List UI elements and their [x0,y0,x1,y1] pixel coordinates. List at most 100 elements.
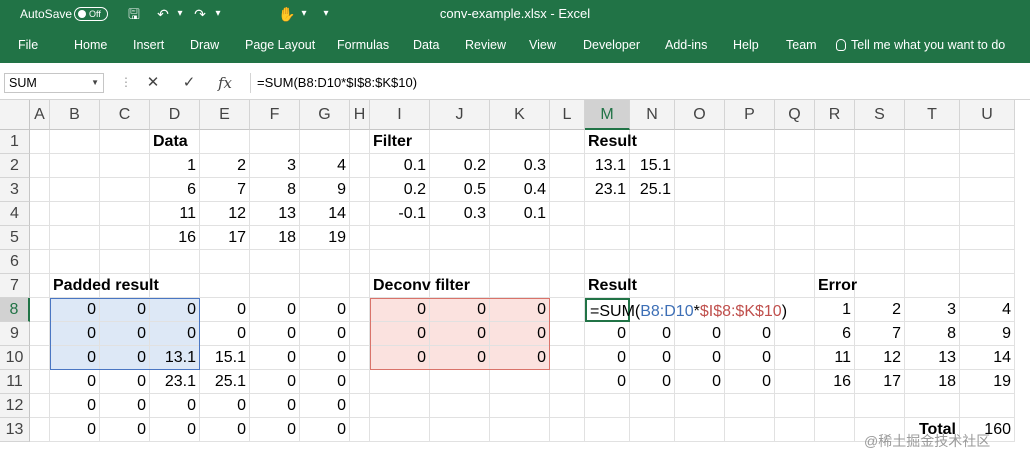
tab-insert[interactable]: Insert [133,28,164,63]
tab-data[interactable]: Data [413,28,439,63]
column-header-u[interactable]: U [960,100,1015,130]
cell-q6[interactable] [775,250,815,274]
cell-q3[interactable] [775,178,815,202]
cell-c2[interactable] [100,154,150,178]
cell-p3[interactable] [725,178,775,202]
cell-b4[interactable] [50,202,100,226]
cell-e5[interactable]: 17 [200,226,250,250]
cell-i11[interactable] [370,370,430,394]
tab-team[interactable]: Team [786,28,817,63]
cell-r12[interactable] [815,394,855,418]
cell-t1[interactable] [905,130,960,154]
cell-l11[interactable] [550,370,585,394]
cancel-entry-button[interactable]: ✕ [142,73,164,93]
cell-f4[interactable]: 13 [250,202,300,226]
cell-n12[interactable] [630,394,675,418]
cell-c9[interactable]: 0 [100,322,150,346]
cell-g4[interactable]: 14 [300,202,350,226]
row-header-3[interactable]: 3 [0,178,30,202]
cell-k11[interactable] [490,370,550,394]
cell-r10[interactable]: 11 [815,346,855,370]
cell-b2[interactable] [50,154,100,178]
cell-m1[interactable]: Result [585,130,637,154]
cell-n11[interactable]: 0 [630,370,675,394]
cell-c12[interactable]: 0 [100,394,150,418]
cell-h11[interactable] [350,370,370,394]
cell-r5[interactable] [815,226,855,250]
cell-f3[interactable]: 8 [250,178,300,202]
cell-d6[interactable] [150,250,200,274]
cell-m9[interactable]: 0 [585,322,630,346]
cell-i13[interactable] [370,418,430,442]
cell-f8[interactable]: 0 [250,298,300,322]
cell-h2[interactable] [350,154,370,178]
cell-c5[interactable] [100,226,150,250]
cell-b6[interactable] [50,250,100,274]
cell-f1[interactable] [250,130,300,154]
cell-c13[interactable]: 0 [100,418,150,442]
cell-p7[interactable] [725,274,775,298]
cell-l2[interactable] [550,154,585,178]
cell-d10[interactable]: 13.1 [150,346,200,370]
cell-u5[interactable] [960,226,1015,250]
cell-i10[interactable]: 0 [370,346,430,370]
column-header-h[interactable]: H [350,100,370,130]
cell-j10[interactable]: 0 [430,346,490,370]
cell-m2[interactable]: 13.1 [585,154,630,178]
cell-u12[interactable] [960,394,1015,418]
cell-m12[interactable] [585,394,630,418]
cell-s9[interactable]: 7 [855,322,905,346]
cell-a10[interactable] [30,346,50,370]
column-header-g[interactable]: G [300,100,350,130]
cell-e1[interactable] [200,130,250,154]
cell-e11[interactable]: 25.1 [200,370,250,394]
cell-p9[interactable]: 0 [725,322,775,346]
name-box-dropdown-icon[interactable]: ▼ [91,74,99,92]
cell-s12[interactable] [855,394,905,418]
cell-a6[interactable] [30,250,50,274]
cell-t11[interactable]: 18 [905,370,960,394]
cell-b9[interactable]: 0 [50,322,100,346]
cell-d1[interactable]: Data [150,130,200,154]
cell-u9[interactable]: 9 [960,322,1015,346]
cell-j13[interactable] [430,418,490,442]
column-header-b[interactable]: B [50,100,100,130]
tab-developer[interactable]: Developer [583,28,640,63]
cell-c10[interactable]: 0 [100,346,150,370]
cell-f2[interactable]: 3 [250,154,300,178]
column-header-s[interactable]: S [855,100,905,130]
cell-l12[interactable] [550,394,585,418]
cell-q12[interactable] [775,394,815,418]
cell-h3[interactable] [350,178,370,202]
cell-u10[interactable]: 14 [960,346,1015,370]
cell-o9[interactable]: 0 [675,322,725,346]
cell-d5[interactable]: 16 [150,226,200,250]
cell-o3[interactable] [675,178,725,202]
cell-d11[interactable]: 23.1 [150,370,200,394]
cell-g6[interactable] [300,250,350,274]
cell-s7[interactable] [855,274,905,298]
cell-s6[interactable] [855,250,905,274]
cell-s10[interactable]: 12 [855,346,905,370]
cell-s1[interactable] [855,130,905,154]
tab-file[interactable]: File [18,28,38,63]
cell-r8[interactable]: 1 [815,298,855,322]
cell-o2[interactable] [675,154,725,178]
cell-i9[interactable]: 0 [370,322,430,346]
cell-q10[interactable] [775,346,815,370]
cell-r7[interactable]: Error [815,274,857,298]
cell-t5[interactable] [905,226,960,250]
cell-l1[interactable] [550,130,585,154]
cell-u7[interactable] [960,274,1015,298]
cell-u4[interactable] [960,202,1015,226]
cell-l4[interactable] [550,202,585,226]
cell-b12[interactable]: 0 [50,394,100,418]
cell-k5[interactable] [490,226,550,250]
cell-l5[interactable] [550,226,585,250]
cell-m6[interactable] [585,250,630,274]
cell-m3[interactable]: 23.1 [585,178,630,202]
cell-r3[interactable] [815,178,855,202]
cell-d3[interactable]: 6 [150,178,200,202]
cell-c1[interactable] [100,130,150,154]
cell-q1[interactable] [775,130,815,154]
